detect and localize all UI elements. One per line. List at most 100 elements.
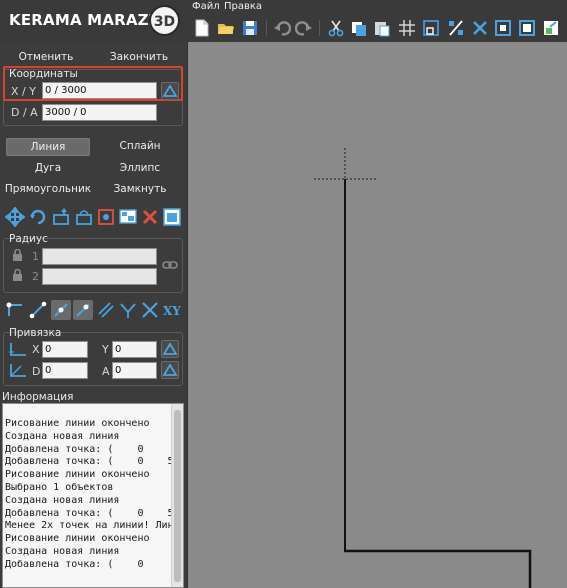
app-logo: KERAMA MARAZZI 3D — [0, 0, 187, 42]
da-label: D / A — [11, 106, 38, 119]
cancel-button[interactable]: Отменить — [14, 49, 78, 65]
redo-icon[interactable] — [295, 19, 313, 37]
snap-x-label: X — [32, 343, 40, 356]
info-scrollbar-thumb[interactable] — [174, 410, 181, 582]
lock-icon — [12, 248, 23, 265]
undo-icon[interactable] — [273, 19, 291, 37]
image-tool[interactable] — [118, 207, 138, 227]
snap-nearest-tool[interactable] — [73, 300, 93, 320]
info-log-lines: Рисование линии окончено Создана новая ли… — [5, 418, 180, 572]
snap-middle-tool[interactable] — [51, 300, 71, 320]
xy-icon: XY — [163, 304, 181, 318]
da-input[interactable] — [42, 104, 157, 121]
delete-tool[interactable] — [140, 207, 160, 227]
info-log-line: Добавлена точка: ( 0 — [5, 558, 144, 570]
left-panel: KERAMA MARAZZI 3D Отменить Закончить Коо… — [0, 0, 187, 588]
rotate-icon — [30, 209, 46, 225]
logo-3d-badge: 3D — [149, 5, 180, 36]
close-shape-button[interactable]: Замкнуть — [98, 181, 182, 197]
info-log-line: Добавлена точка: ( 0 50 — [5, 456, 180, 468]
paste-icon[interactable] — [373, 19, 391, 37]
move-tool[interactable] — [5, 207, 25, 227]
snap-endpoint-tool[interactable] — [5, 300, 25, 320]
midpoint-icon — [54, 303, 68, 317]
info-log-line: Рисование линии окончено — [5, 418, 150, 429]
snap-to-grid-icon[interactable] — [422, 19, 440, 37]
snap-d-input[interactable] — [42, 362, 88, 379]
info-log-line: Выбрано 1 объектов — [5, 481, 114, 493]
triangle-icon — [162, 363, 178, 376]
extrude-tool[interactable] — [51, 207, 71, 227]
transform-tool[interactable] — [96, 207, 116, 227]
image-icon — [119, 209, 137, 224]
menu-edit[interactable]: Правка — [224, 0, 262, 13]
menu-file[interactable]: Файл — [192, 0, 220, 13]
info-log[interactable]: Рисование линии окончено Создана новая ли… — [2, 403, 184, 588]
save-icon[interactable] — [241, 19, 259, 37]
radius1-input[interactable] — [42, 248, 157, 265]
axis-corner-icon — [9, 341, 27, 360]
cut-icon[interactable] — [327, 19, 345, 37]
drawing-svg — [314, 148, 532, 588]
info-log-line: Создана новая линия — [5, 430, 120, 442]
endpoint-icon — [6, 302, 22, 316]
copy-icon[interactable] — [350, 19, 368, 37]
ellipse-button[interactable]: Эллипс — [98, 160, 182, 176]
radius-title: Радиус — [9, 233, 48, 245]
info-log-line: Создана новая линия — [5, 545, 120, 557]
snap-d-label: D — [32, 365, 41, 378]
perpendicular-icon — [120, 303, 136, 318]
info-log-line: Создана новая линия — [5, 494, 120, 506]
finish-button[interactable]: Закончить — [107, 49, 171, 65]
snap-a-input[interactable] — [112, 362, 157, 379]
snap-title: Привязка — [9, 327, 62, 339]
snap-line-tool[interactable] — [28, 300, 48, 320]
triangle-icon — [162, 84, 178, 97]
toolbar-separator — [319, 20, 320, 36]
snap-da-apply-button[interactable] — [161, 361, 179, 379]
percent-icon[interactable] — [447, 19, 465, 37]
export-icon[interactable] — [542, 19, 560, 37]
xy-input[interactable] — [42, 82, 157, 99]
snap-perpendicular-tool[interactable] — [118, 300, 138, 320]
delete-icon[interactable] — [471, 19, 489, 37]
line-snap-icon — [29, 301, 47, 319]
grid-icon[interactable] — [398, 19, 416, 37]
snap-xy-tool[interactable]: XY — [162, 300, 184, 320]
square-icon[interactable] — [494, 19, 512, 37]
window-icon[interactable] — [518, 19, 536, 37]
rotate-tool[interactable] — [28, 207, 48, 227]
info-scrollbar[interactable] — [171, 404, 183, 587]
picture-icon — [163, 208, 181, 226]
spline-button[interactable]: Сплайн — [98, 138, 182, 154]
new-file-icon[interactable] — [193, 19, 211, 37]
radius2-input[interactable] — [42, 268, 157, 285]
line-button[interactable]: Линия — [6, 138, 90, 156]
angle-icon — [9, 362, 27, 381]
snap-y-input[interactable] — [112, 341, 157, 358]
parallel-icon — [98, 302, 114, 318]
lock-icon — [12, 268, 23, 285]
mirror-icon — [76, 210, 92, 225]
snap-xy-apply-button[interactable] — [161, 340, 179, 358]
picture-tool[interactable] — [162, 207, 182, 227]
wall-outline[interactable] — [344, 549, 532, 588]
arc-button[interactable]: Дуга — [6, 160, 90, 176]
mirror-tool[interactable] — [74, 207, 94, 227]
open-folder-icon[interactable] — [217, 19, 235, 37]
xy-label: X / Y — [11, 85, 36, 98]
extrude-icon — [53, 208, 69, 225]
chain-link-icon[interactable] — [162, 259, 178, 274]
drawing-canvas[interactable] — [187, 42, 567, 588]
info-log-line: Добавлена точка: ( 0 50 — [5, 507, 180, 519]
xy-apply-button[interactable] — [161, 82, 179, 100]
radius-row1-label: 1 — [32, 250, 39, 263]
rectangle-button[interactable]: Прямоугольник — [2, 181, 94, 197]
snap-intersection-tool[interactable] — [140, 300, 160, 320]
svg-text:XY: XY — [163, 304, 181, 318]
snap-parallel-tool[interactable] — [96, 300, 116, 320]
snap-x-input[interactable] — [42, 341, 88, 358]
snap-y-label: Y — [102, 343, 109, 356]
info-log-line: Добавлена точка: ( 0 — [5, 443, 144, 455]
logo-text: KERAMA MARAZZI — [9, 11, 166, 29]
